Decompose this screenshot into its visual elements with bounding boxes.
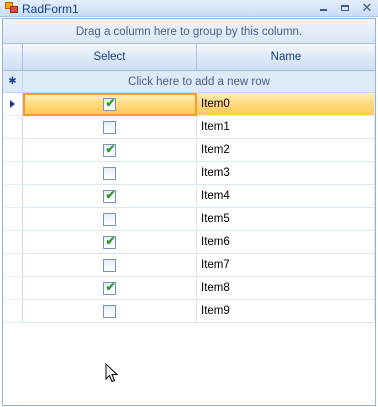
table-row[interactable]: Item5 (3, 208, 375, 231)
group-panel-text: Drag a column here to group by this colu… (75, 26, 303, 38)
maximize-icon (341, 5, 349, 11)
name-cell[interactable]: Item9 (197, 300, 375, 323)
new-row-text: Click here to add a new row (128, 76, 270, 88)
table-row[interactable]: ✔ Item6 (3, 231, 375, 254)
column-header-label: Name (270, 51, 302, 63)
select-checkbox[interactable]: ✔ (103, 188, 116, 203)
new-row[interactable]: ✱ Click here to add a new row (3, 71, 375, 93)
select-cell[interactable] (23, 162, 197, 185)
maximize-button[interactable] (336, 0, 354, 16)
table-row[interactable]: Item9 (3, 300, 375, 323)
select-cell[interactable]: ✔ (23, 93, 197, 116)
select-cell[interactable] (23, 208, 197, 231)
checkmark-icon: ✔ (105, 96, 116, 110)
name-cell[interactable]: Item3 (197, 162, 375, 185)
row-indicator[interactable] (3, 93, 23, 116)
name-cell[interactable]: Item8 (197, 277, 375, 300)
close-button[interactable]: ✕ (358, 0, 376, 16)
new-row-indicator: ✱ (3, 71, 23, 93)
header-corner (3, 44, 23, 71)
name-cell[interactable]: Item5 (197, 208, 375, 231)
select-checkbox[interactable]: ✔ (103, 234, 116, 249)
table-row[interactable]: Item7 (3, 254, 375, 277)
row-indicator[interactable] (3, 300, 23, 323)
column-header-label: Select (93, 51, 126, 63)
select-checkbox[interactable] (103, 121, 116, 134)
table-row[interactable]: ✔ Item4 (3, 185, 375, 208)
checkmark-icon: ✔ (105, 234, 116, 248)
table-row[interactable]: ✔ Item8 (3, 277, 375, 300)
select-checkbox[interactable] (103, 305, 116, 318)
column-header-select[interactable]: Select (23, 44, 197, 71)
window-title: RadForm1 (22, 2, 79, 16)
select-cell[interactable] (23, 254, 197, 277)
row-pointer-icon (10, 100, 15, 108)
row-indicator[interactable] (3, 277, 23, 300)
name-cell[interactable]: Item1 (197, 116, 375, 139)
select-checkbox[interactable] (103, 259, 116, 272)
table-row[interactable]: ✔ Item2 (3, 139, 375, 162)
row-indicator[interactable] (3, 254, 23, 277)
row-indicator[interactable] (3, 231, 23, 254)
table-row[interactable]: ✔ Item0 (3, 93, 375, 116)
header-row: Select Name (3, 44, 375, 71)
select-checkbox[interactable]: ✔ (103, 96, 116, 111)
row-indicator[interactable] (3, 185, 23, 208)
select-checkbox[interactable]: ✔ (103, 280, 116, 295)
select-cell[interactable]: ✔ (23, 185, 197, 208)
minimize-icon (319, 9, 327, 11)
group-panel[interactable]: Drag a column here to group by this colu… (3, 19, 375, 44)
name-cell[interactable]: Item6 (197, 231, 375, 254)
row-indicator[interactable] (3, 208, 23, 231)
row-indicator[interactable] (3, 162, 23, 185)
checkmark-icon: ✔ (105, 280, 116, 294)
close-icon: ✕ (361, 0, 373, 15)
app-icon (5, 2, 18, 14)
grid-view[interactable]: Drag a column here to group by this colu… (2, 18, 376, 406)
checkmark-icon: ✔ (105, 142, 116, 156)
row-indicator[interactable] (3, 116, 23, 139)
select-checkbox[interactable]: ✔ (103, 142, 116, 157)
name-cell[interactable]: Item0 (197, 93, 375, 116)
minimize-button[interactable] (314, 0, 332, 16)
asterisk-icon: ✱ (8, 76, 17, 87)
select-checkbox[interactable] (103, 167, 116, 180)
name-cell[interactable]: Item4 (197, 185, 375, 208)
table-row[interactable]: Item1 (3, 116, 375, 139)
name-cell[interactable]: Item7 (197, 254, 375, 277)
mouse-pointer-icon (105, 363, 119, 383)
name-cell[interactable]: Item2 (197, 139, 375, 162)
grid-rows: ✔ Item0 Item1 ✔ Item2 Item3 ✔ Item4 Item5 ✔ Item6 I… (3, 93, 375, 323)
row-indicator[interactable] (3, 139, 23, 162)
select-checkbox[interactable] (103, 213, 116, 226)
select-cell[interactable]: ✔ (23, 231, 197, 254)
column-header-name[interactable]: Name (197, 44, 375, 71)
select-cell[interactable]: ✔ (23, 277, 197, 300)
select-cell[interactable] (23, 300, 197, 323)
title-bar[interactable]: RadForm1 ✕ (0, 0, 378, 17)
select-cell[interactable] (23, 116, 197, 139)
table-row[interactable]: Item3 (3, 162, 375, 185)
select-cell[interactable]: ✔ (23, 139, 197, 162)
checkmark-icon: ✔ (105, 188, 116, 202)
